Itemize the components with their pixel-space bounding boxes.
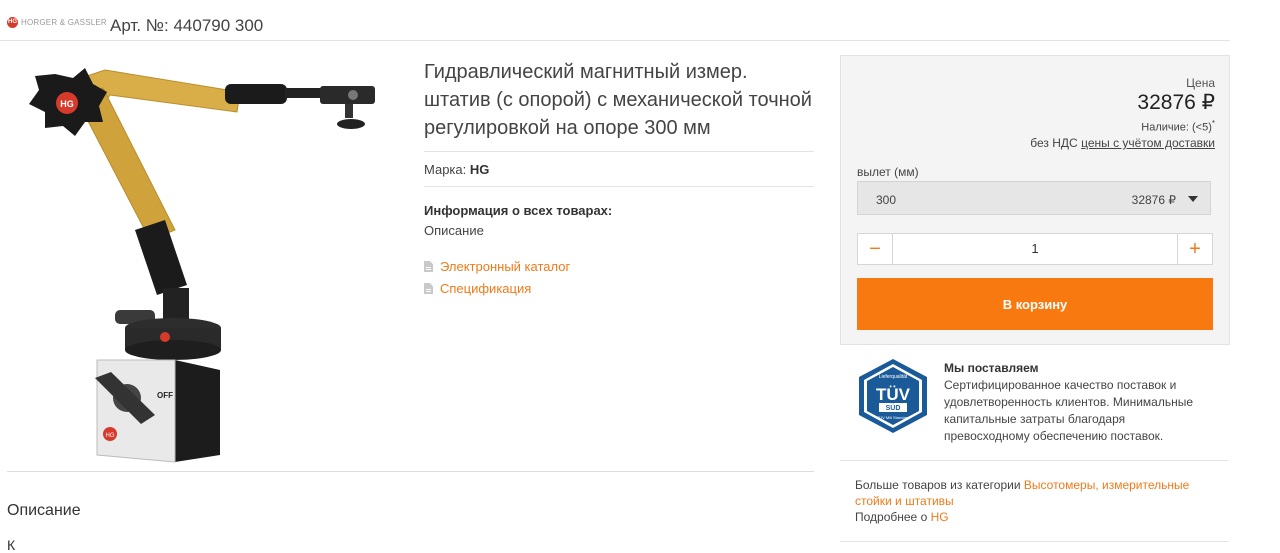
option-price: 32876 ₽ xyxy=(1131,193,1176,207)
base-logo-text: HG xyxy=(106,433,115,439)
description-heading: Описание xyxy=(7,502,81,519)
more-links: Больше товаров из категории Высотомеры, … xyxy=(855,477,1215,525)
divider xyxy=(424,186,814,187)
tuv-main-text: TÜV xyxy=(876,385,911,404)
option-select[interactable]: 300 32876 ₽ xyxy=(857,181,1211,215)
quantity-input[interactable]: 1 xyxy=(892,234,1178,264)
add-to-cart-button[interactable]: В корзину xyxy=(857,278,1213,330)
tuv-top-text: Lieferqualität xyxy=(879,374,908,380)
category-prefix: Больше товаров из категории xyxy=(855,478,1021,492)
option-label: вылет (мм) xyxy=(857,165,919,179)
stock-status: Наличие: (<5)* xyxy=(1141,119,1215,134)
brand-link[interactable]: HG xyxy=(931,510,949,524)
logo-mark: HG xyxy=(7,17,18,28)
page-header: HG HORGER & GASSLER Арт. №: 440790 300 xyxy=(0,0,1230,41)
vat-note: без НДС цены с учётом доставки xyxy=(1030,136,1215,150)
price-value: 32876 ₽ xyxy=(1137,91,1215,114)
vat-text: без НДС xyxy=(1030,136,1078,150)
brand-line: Марка: HG xyxy=(424,162,489,177)
tuv-badge: Lieferqualität TÜV SÜD TÜV Mill Standard xyxy=(859,359,927,433)
description-text: К xyxy=(7,537,16,553)
article-number: Арт. №: 440790 300 xyxy=(110,16,264,35)
file-icon xyxy=(424,283,433,294)
caret-down-icon xyxy=(1188,196,1198,202)
delivery-title: Мы поставляем xyxy=(944,361,1039,375)
quantity-decrease-button[interactable]: − xyxy=(858,234,893,264)
logo-text: HORGER & GASSLER xyxy=(21,18,107,27)
product-title: Гидравлический магнитный измер. штатив (… xyxy=(424,61,812,139)
stock-label: Наличие: (<5) xyxy=(1141,121,1212,134)
delivery-text: Сертифицированное качество поставок и уд… xyxy=(944,378,1194,443)
off-label: OFF xyxy=(157,391,173,400)
brand-logo[interactable]: HG HORGER & GASSLER xyxy=(7,17,107,28)
catalog-link-label: Электронный каталог xyxy=(440,259,571,274)
info-title: Информация о всех товарах: xyxy=(424,203,613,218)
divider xyxy=(7,471,814,472)
product-image[interactable]: HG OFF HG xyxy=(15,60,395,465)
knob-logo-text: HG xyxy=(60,99,74,109)
specification-link-label: Спецификация xyxy=(440,281,532,296)
brand-label: Марка: xyxy=(424,162,467,177)
divider xyxy=(840,460,1228,461)
info-description: Описание xyxy=(424,223,484,238)
delivery-price-link[interactable]: цены с учётом доставки xyxy=(1081,136,1215,150)
brand-prefix: Подробнее о xyxy=(855,510,928,524)
stock-footnote-mark: * xyxy=(1211,119,1215,128)
divider xyxy=(840,541,1228,542)
option-value: 300 xyxy=(876,193,897,207)
tuv-sub-text: SÜD xyxy=(886,403,901,412)
brand-value: HG xyxy=(469,162,490,177)
tuv-bottom-text: TÜV Mill Standard xyxy=(877,415,909,420)
price-label: Цена xyxy=(1186,76,1215,90)
divider xyxy=(424,151,814,152)
quantity-stepper: − 1 + xyxy=(857,233,1213,265)
specification-link[interactable]: Спецификация xyxy=(424,281,531,296)
purchase-panel: Цена 32876 ₽ Наличие: (<5)* без НДС цены… xyxy=(840,55,1230,345)
quantity-increase-button[interactable]: + xyxy=(1177,234,1212,264)
catalog-link[interactable]: Электронный каталог xyxy=(424,259,570,274)
file-icon xyxy=(424,261,433,272)
